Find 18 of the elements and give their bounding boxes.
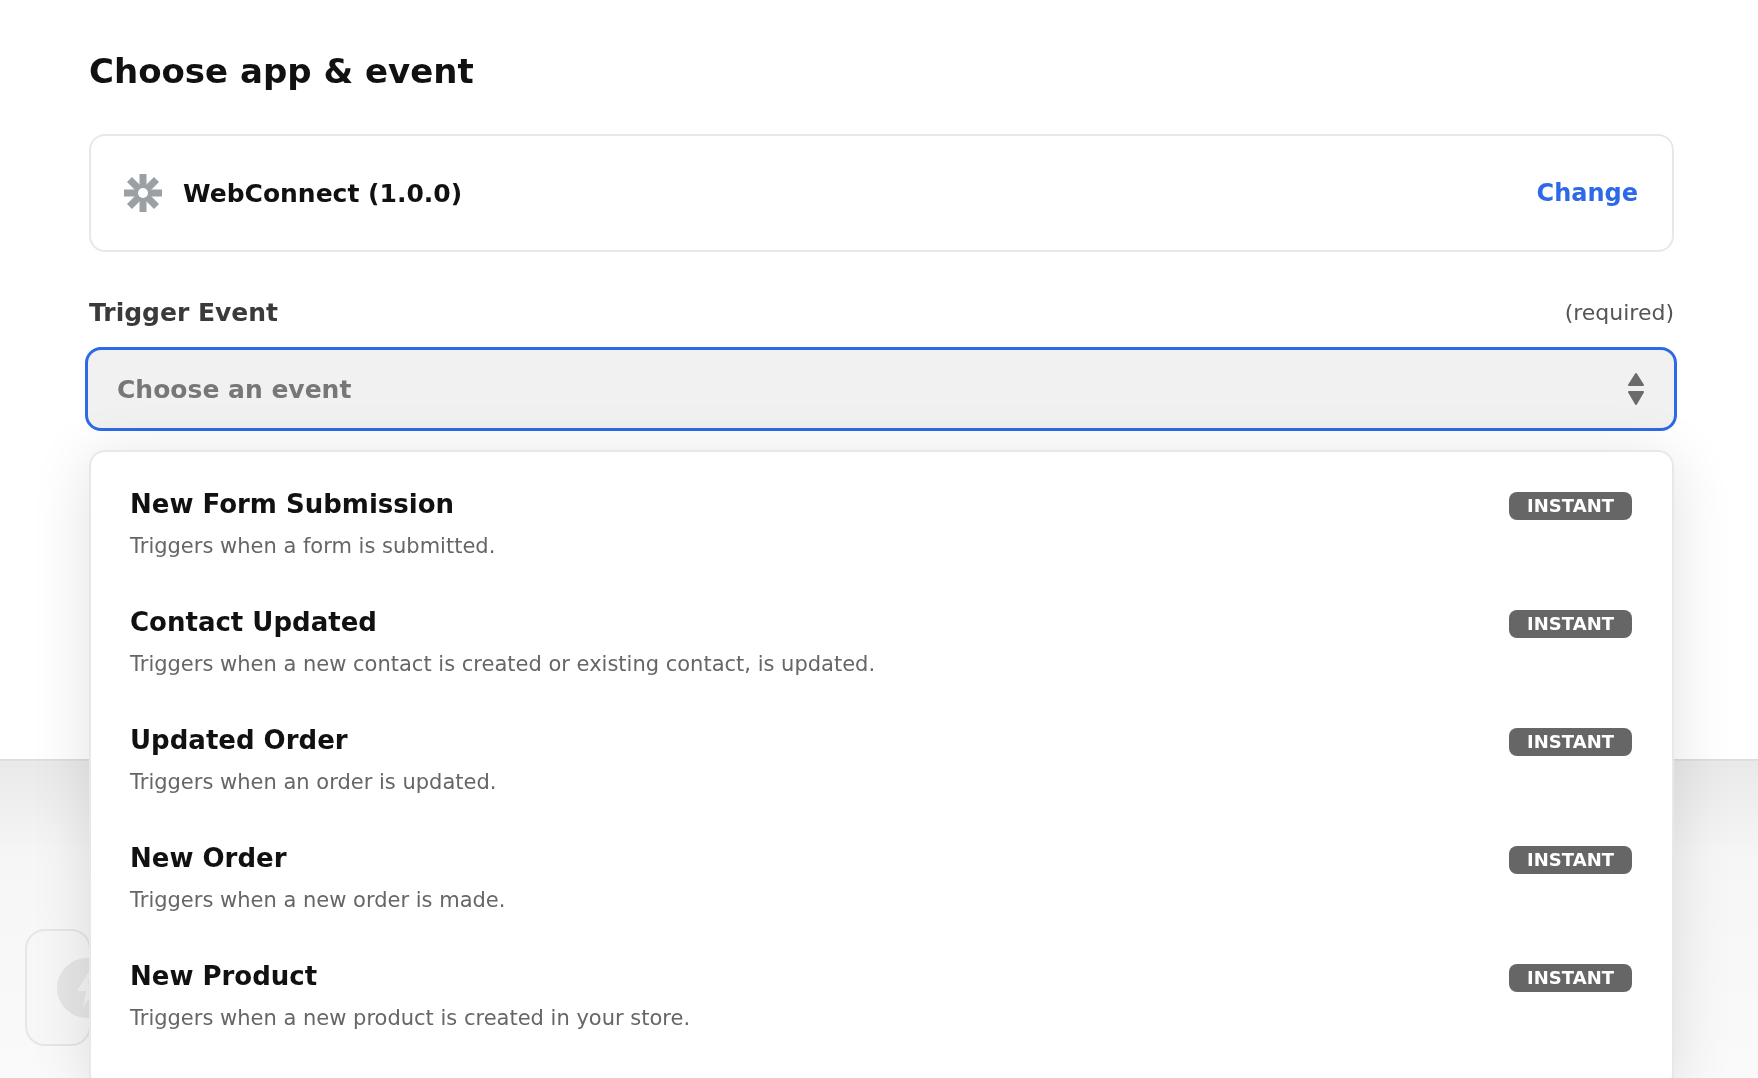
asterisk-icon xyxy=(123,173,163,213)
event-option[interactable]: Contact Updated Triggers when a new contact is created or existing contact, is updated. INSTANT xyxy=(130,602,1632,720)
event-option[interactable]: New Product Triggers when a new product is created in your store. INSTANT xyxy=(130,956,1632,1074)
event-option[interactable]: Updated Order Triggers when an order is updated. INSTANT xyxy=(130,720,1632,838)
required-note: (required) xyxy=(1564,300,1674,325)
event-select[interactable]: Choose an event xyxy=(85,347,1677,431)
sort-arrows-icon xyxy=(1628,373,1644,405)
event-option[interactable]: New Order Triggers when a new order is made. INSTANT xyxy=(130,838,1632,956)
field-label: Trigger Event xyxy=(89,298,279,327)
instant-badge: INSTANT xyxy=(1509,492,1632,520)
instant-badge: INSTANT xyxy=(1509,964,1632,992)
section-heading: Choose app & event xyxy=(89,50,475,93)
instant-badge: INSTANT xyxy=(1509,728,1632,756)
app-name: WebConnect (1.0.0) xyxy=(183,178,464,208)
instant-badge: INSTANT xyxy=(1509,846,1632,874)
change-link[interactable]: Change xyxy=(1536,179,1638,207)
event-option[interactable]: New Form Submission Triggers when a form is submitted. INSTANT xyxy=(130,484,1632,602)
instant-badge: INSTANT xyxy=(1509,610,1632,638)
